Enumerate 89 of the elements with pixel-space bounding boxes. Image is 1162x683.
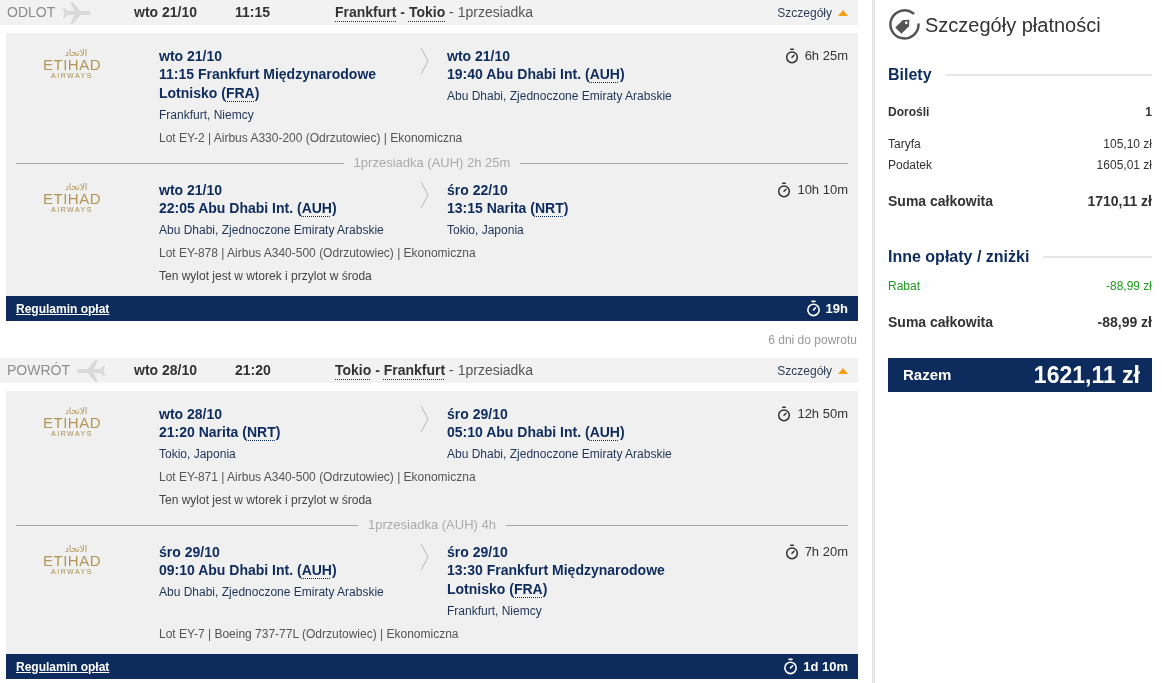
flight-date: wto 28/10 xyxy=(159,405,224,423)
route-title: Frankfurt - Tokio - 1przesiadka xyxy=(335,3,534,22)
schedule-note: Ten wylot jest w wtorek i przylot w środa xyxy=(159,492,373,509)
stopwatch-icon xyxy=(776,406,793,422)
price-label: Podatek xyxy=(888,157,933,174)
logo-script: الاتحاد xyxy=(64,544,88,554)
airport-name: 09:10 Abu Dhabi Int. (AUH) xyxy=(159,561,338,580)
flight-date: wto 21/10 xyxy=(447,47,512,65)
segment-duration: 6h 25m xyxy=(804,47,848,66)
days-until-return-text: 6 dni do powrotu xyxy=(768,331,857,349)
flight-info: Lot EY-7 | Boeing 737-77L (Odrzutowiec) | Ekonomiczna xyxy=(159,626,460,643)
price-value: 1710,11 zł xyxy=(1087,191,1152,211)
flight-date: śro 29/10 xyxy=(447,543,509,561)
city-name: Frankfurt, Niemcy xyxy=(447,603,543,620)
airport-name: 19:40 Abu Dhabi Int. (AUH) xyxy=(447,65,626,84)
city-name: Tokio, Japonia xyxy=(447,222,525,239)
logo-script: الاتحاد xyxy=(64,182,88,192)
fare-rules-link[interactable]: Regulamin opłat xyxy=(16,299,110,318)
airport-name: 11:15 Frankfurt Międzynarodowe Lotnisko (FRA) xyxy=(159,65,378,103)
total-duration: 19h xyxy=(825,299,848,318)
city-name: Frankfurt, Niemcy xyxy=(159,107,255,124)
price-value: 1 xyxy=(1145,104,1152,121)
journey-date: wto 21/10 xyxy=(134,3,199,22)
price-label: Dorośli xyxy=(888,104,930,121)
stopwatch-icon xyxy=(804,300,822,317)
flight-info: Lot EY-2 | Airbus A330-200 (Odrzutowiec) | Ekonomiczna xyxy=(159,130,464,147)
section-title: Bilety xyxy=(888,65,932,85)
stopwatch-icon xyxy=(783,544,800,560)
layover-text: 1przesiadka (AUH) 2h 25m xyxy=(352,154,512,173)
flight-info: Lot EY-871 | Airbus A340-500 (Odrzutowiec) | Ekonomiczna xyxy=(159,469,477,486)
price-label: Suma całkowita xyxy=(888,191,994,211)
flight-info: Lot EY-878 | Airbus A340-500 (Odrzutowiec) | Ekonomiczna xyxy=(159,245,477,262)
airport-name: 05:10 Abu Dhabi Int. (AUH) xyxy=(447,423,626,442)
flight-date: śro 29/10 xyxy=(159,543,221,561)
airport-name: 13:15 Narita (NRT) xyxy=(447,199,570,218)
layover-text: 1przesiadka (AUH) 4h xyxy=(367,516,497,535)
price-tag-icon xyxy=(888,8,921,41)
price-label: Taryfa xyxy=(888,136,921,153)
journey-date: wto 28/10 xyxy=(134,361,199,380)
segment-duration: 7h 20m xyxy=(804,543,848,562)
grand-total-label: Razem xyxy=(903,364,952,385)
city-name: Abu Dhabi, Zjednoczone Emiraty Arabskie xyxy=(159,584,385,601)
chevron-right-icon xyxy=(420,181,429,209)
logo-wordmark: ETIHAD xyxy=(43,554,101,567)
city-name: Abu Dhabi, Zjednoczone Emiraty Arabskie xyxy=(447,88,673,105)
section-title: Inne opłaty / zniżki xyxy=(888,247,1030,267)
airplane-icon xyxy=(76,358,107,383)
price-value: -88,99 zł xyxy=(1105,278,1152,295)
logo-script: الاتحاد xyxy=(64,406,88,416)
segment-duration: 10h 10m xyxy=(797,181,848,200)
details-toggle[interactable]: Szczegóły xyxy=(777,3,848,22)
payment-title: Szczegóły płatności xyxy=(925,12,1101,38)
city-name: Tokio, Japonia xyxy=(159,446,237,463)
stopwatch-icon xyxy=(783,48,800,64)
airport-name: 21:20 Narita (NRT) xyxy=(159,423,282,442)
flight-date: wto 21/10 xyxy=(159,181,224,199)
route-title: Tokio - Frankfurt - 1przesiadka xyxy=(335,361,534,380)
airport-name: 13:30 Frankfurt Międzynarodowe Lotnisko (FRA) xyxy=(447,561,666,599)
schedule-note: Ten wylot jest w wtorek i przylot w środa xyxy=(159,268,373,285)
fare-rules-link[interactable]: Regulamin opłat xyxy=(16,657,110,676)
logo-wordmark: ETIHAD xyxy=(43,192,101,205)
chevron-right-icon xyxy=(420,47,429,75)
price-label: Suma całkowita xyxy=(888,312,994,332)
stopwatch-icon xyxy=(782,658,800,675)
price-value: 105,10 zł xyxy=(1103,136,1152,153)
chevron-right-icon xyxy=(420,543,429,571)
total-duration: 1d 10m xyxy=(803,657,848,676)
price-label: Rabat xyxy=(888,278,921,295)
airplane-icon xyxy=(61,0,93,25)
price-value: -88,99 zł xyxy=(1097,312,1152,332)
city-name: Abu Dhabi, Zjednoczone Emiraty Arabskie xyxy=(159,222,385,239)
flight-date: śro 29/10 xyxy=(447,405,509,423)
journey-time: 21:20 xyxy=(235,361,272,380)
stopwatch-icon xyxy=(776,182,793,198)
flight-date: śro 22/10 xyxy=(447,181,509,199)
price-value: 1605,01 zł xyxy=(1096,157,1152,174)
details-toggle[interactable]: Szczegóły xyxy=(777,361,848,380)
flight-date: wto 21/10 xyxy=(159,47,224,65)
journey-time: 11:15 xyxy=(235,3,272,22)
segment-duration: 12h 50m xyxy=(797,405,848,424)
grand-total-value: 1621,11 zł xyxy=(1033,360,1140,390)
airport-name: 22:05 Abu Dhabi Int. (AUH) xyxy=(159,199,338,218)
direction-label: ODLOT xyxy=(7,3,56,22)
direction-label: POWRÓT xyxy=(7,361,70,380)
logo-wordmark: ETIHAD xyxy=(43,58,101,71)
logo-script: الاتحاد xyxy=(64,48,88,58)
city-name: Abu Dhabi, Zjednoczone Emiraty Arabskie xyxy=(447,446,673,463)
chevron-right-icon xyxy=(420,405,429,433)
logo-wordmark: ETIHAD xyxy=(43,416,101,429)
